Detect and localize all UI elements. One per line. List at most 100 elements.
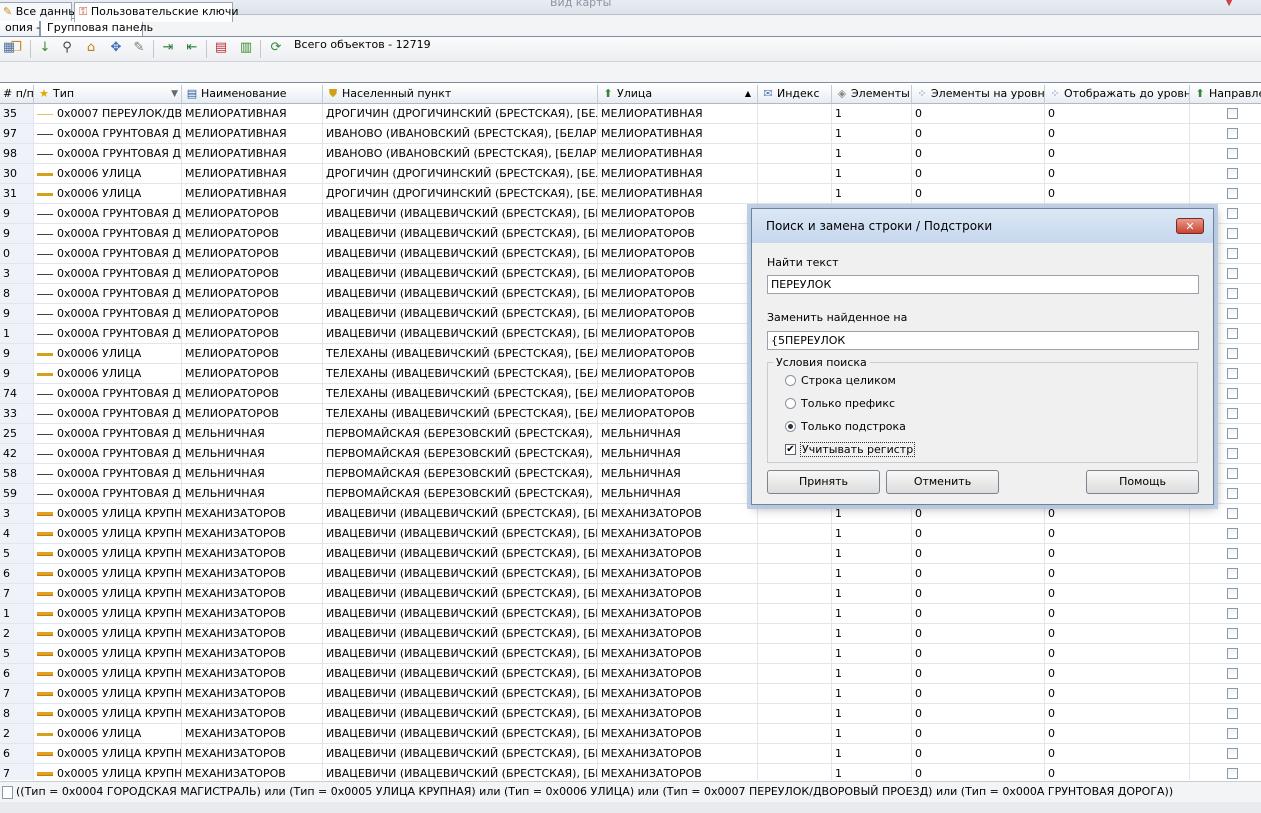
replace-input[interactable] bbox=[767, 331, 1199, 350]
table-row[interactable]: 50x0005 УЛИЦА КРУПНАЯМЕХАНИЗАТОРОВИВАЦЕВ… bbox=[0, 644, 1261, 664]
home-icon[interactable]: ⌂ bbox=[83, 40, 99, 56]
table-cell-idx bbox=[758, 744, 832, 764]
filter-icon[interactable]: ▼ bbox=[171, 85, 178, 103]
table-row[interactable]: 980x000A ГРУНТОВАЯ ДОРМЕЛИОРАТИВНАЯИВАНО… bbox=[0, 144, 1261, 164]
table-row[interactable]: 970x000A ГРУНТОВАЯ ДОРМЕЛИОРАТИВНАЯИВАНО… bbox=[0, 124, 1261, 144]
direction-checkbox[interactable] bbox=[1227, 308, 1238, 319]
arrows-icon[interactable]: ✥ bbox=[108, 40, 124, 56]
save-icon[interactable]: ▤ bbox=[213, 40, 229, 56]
export-icon[interactable]: ⇥ bbox=[160, 40, 176, 56]
accept-button[interactable]: Принять bbox=[767, 470, 880, 494]
direction-checkbox[interactable] bbox=[1227, 568, 1238, 579]
column-header-street[interactable]: ⬆ Улица ▲ bbox=[598, 85, 758, 104]
table-row[interactable]: 30x0005 УЛИЦА КРУПНАЯМЕХАНИЗАТОРОВИВАЦЕВ… bbox=[0, 504, 1261, 524]
table-row[interactable]: 70x0005 УЛИЦА КРУПНАЯМЕХАНИЗАТОРОВИВАЦЕВ… bbox=[0, 684, 1261, 704]
direction-checkbox[interactable] bbox=[1227, 208, 1238, 219]
case-sensitive-checkbox[interactable]: ✔ bbox=[785, 444, 796, 455]
direction-checkbox[interactable] bbox=[1227, 488, 1238, 499]
direction-checkbox[interactable] bbox=[1227, 368, 1238, 379]
column-header-index[interactable]: ✉ Индекс bbox=[758, 85, 832, 104]
table-cell-lvl: 0 bbox=[912, 584, 1045, 604]
column-header-elements-level[interactable]: ⁘ Элементы на уровне bbox=[912, 85, 1045, 104]
table-row[interactable]: 70x0005 УЛИЦА КРУПНАЯМЕХАНИЗАТОРОВИВАЦЕВ… bbox=[0, 584, 1261, 604]
direction-checkbox[interactable] bbox=[1227, 648, 1238, 659]
column-header-place[interactable]: ⛊ Населенный пункт bbox=[323, 85, 598, 104]
direction-checkbox[interactable] bbox=[1227, 588, 1238, 599]
help-button[interactable]: Помощь bbox=[1086, 470, 1199, 494]
direction-checkbox[interactable] bbox=[1227, 748, 1238, 759]
type-text: 0x0006 УЛИЦА bbox=[57, 187, 142, 200]
direction-checkbox[interactable] bbox=[1227, 408, 1238, 419]
direction-checkbox[interactable] bbox=[1227, 628, 1238, 639]
table-row[interactable]: 350x0007 ПЕРЕУЛОК/ДВОРМЕЛИОРАТИВНАЯДРОГИ… bbox=[0, 104, 1261, 124]
tab-user-keys-label: Пользовательские ключи bbox=[90, 5, 239, 18]
direction-checkbox[interactable] bbox=[1227, 248, 1238, 259]
import-icon[interactable]: ⇤ bbox=[184, 40, 200, 56]
direction-checkbox[interactable] bbox=[1227, 608, 1238, 619]
direction-checkbox[interactable] bbox=[1227, 268, 1238, 279]
table-row[interactable]: 10x0005 УЛИЦА КРУПНАЯМЕХАНИЗАТОРОВИВАЦЕВ… bbox=[0, 604, 1261, 624]
table-row[interactable]: 60x0005 УЛИЦА КРУПНАЯМЕХАНИЗАТОРОВИВАЦЕВ… bbox=[0, 664, 1261, 684]
column-header-type[interactable]: ★ Тип ▼ bbox=[34, 85, 182, 104]
column-header-direction[interactable]: ⬆ Направлен bbox=[1190, 85, 1261, 104]
direction-checkbox[interactable] bbox=[1227, 328, 1238, 339]
direction-checkbox[interactable] bbox=[1227, 288, 1238, 299]
binoculars-icon[interactable]: ⚲ bbox=[59, 40, 75, 56]
table-row[interactable]: 60x0005 УЛИЦА КРУПНАЯМЕХАНИЗАТОРОВИВАЦЕВ… bbox=[0, 744, 1261, 764]
collapse-arrow-icon[interactable]: ▼ bbox=[1225, 0, 1233, 8]
direction-checkbox[interactable] bbox=[1227, 428, 1238, 439]
direction-checkbox[interactable] bbox=[1227, 688, 1238, 699]
table-row[interactable]: 70x0005 УЛИЦА КРУПНАЯМЕХАНИЗАТОРОВИВАЦЕВ… bbox=[0, 764, 1261, 780]
radio-substring-only[interactable] bbox=[785, 421, 796, 432]
direction-checkbox[interactable] bbox=[1227, 448, 1238, 459]
radio-prefix-only[interactable] bbox=[785, 398, 796, 409]
direction-checkbox[interactable] bbox=[1227, 528, 1238, 539]
table-row[interactable]: 30 0x0006 УЛИЦА МЕЛИОРАТИВНАЯ ДРОГИЧИН (ДРО… bbox=[0, 164, 1261, 184]
table-cell-lvl: 0 bbox=[912, 704, 1045, 724]
direction-checkbox[interactable] bbox=[1227, 768, 1238, 779]
direction-checkbox[interactable] bbox=[1227, 108, 1238, 119]
table-row[interactable]: 60x0005 УЛИЦА КРУПНАЯМЕХАНИЗАТОРОВИВАЦЕВ… bbox=[0, 564, 1261, 584]
direction-checkbox[interactable] bbox=[1227, 508, 1238, 519]
direction-checkbox[interactable] bbox=[1227, 348, 1238, 359]
direction-checkbox[interactable] bbox=[1227, 468, 1238, 479]
table-row[interactable]: 2 0x0006 УЛИЦА МЕХАНИЗАТОРОВ ИВАЦЕВИЧИ (ИВА… bbox=[0, 724, 1261, 744]
direction-checkbox[interactable] bbox=[1227, 548, 1238, 559]
direction-checkbox[interactable] bbox=[1227, 168, 1238, 179]
tab-all-data[interactable]: ✎ Все данные bbox=[0, 2, 84, 21]
column-header-display-level[interactable]: ⁘ Отображать до уровня bbox=[1045, 85, 1190, 104]
direction-checkbox[interactable] bbox=[1227, 228, 1238, 239]
table-cell-name: МЕЛИОРАТОРОВ bbox=[182, 344, 323, 364]
tools-icon[interactable]: ✎ bbox=[131, 40, 147, 56]
arrow-down-icon[interactable]: ↓ bbox=[37, 40, 53, 56]
close-icon[interactable]: ✕ bbox=[1176, 218, 1204, 234]
save-as-icon[interactable]: ▥ bbox=[238, 40, 254, 56]
refresh-doc-icon[interactable]: ❐ bbox=[8, 40, 24, 56]
table-cell-n: 1 bbox=[0, 324, 34, 344]
table-row[interactable]: 80x0005 УЛИЦА КРУПНАЯМЕХАНИЗАТОРОВИВАЦЕВ… bbox=[0, 704, 1261, 724]
table-row[interactable]: 50x0005 УЛИЦА КРУПНАЯМЕХАНИЗАТОРОВИВАЦЕВ… bbox=[0, 544, 1261, 564]
direction-checkbox[interactable] bbox=[1227, 388, 1238, 399]
sync-icon[interactable]: ⟳ bbox=[268, 40, 284, 56]
direction-checkbox[interactable] bbox=[1227, 708, 1238, 719]
direction-checkbox[interactable] bbox=[1227, 728, 1238, 739]
filter-checkbox[interactable] bbox=[2, 786, 13, 799]
find-input[interactable] bbox=[767, 275, 1199, 294]
tab-user-keys[interactable]: ⚿ Пользовательские ключи bbox=[74, 2, 239, 22]
direction-checkbox[interactable] bbox=[1227, 128, 1238, 139]
column-header-number[interactable]: # п/п bbox=[0, 85, 34, 104]
column-header-name[interactable]: ▤ Наименование bbox=[182, 85, 323, 104]
direction-checkbox[interactable] bbox=[1227, 188, 1238, 199]
table-cell-n: 8 bbox=[0, 284, 34, 304]
direction-checkbox[interactable] bbox=[1227, 148, 1238, 159]
table-row[interactable]: 20x0005 УЛИЦА КРУПНАЯМЕХАНИЗАТОРОВИВАЦЕВ… bbox=[0, 624, 1261, 644]
cancel-button[interactable]: Отменить bbox=[886, 470, 999, 494]
radio-whole-string[interactable] bbox=[785, 375, 796, 386]
table-row[interactable]: 40x0005 УЛИЦА КРУПНАЯМЕХАНИЗАТОРОВИВАЦЕВ… bbox=[0, 524, 1261, 544]
column-header-elements[interactable]: ◈ Элементы bbox=[832, 85, 912, 104]
table-cell-type: 0x000A ГРУНТОВАЯ ДОР bbox=[34, 264, 182, 284]
table-cell-place: ИВАЦЕВИЧИ (ИВАЦЕВИЧСКИЙ (БРЕСТСКАЯ), [БЕ… bbox=[323, 524, 598, 544]
direction-checkbox[interactable] bbox=[1227, 668, 1238, 679]
table-row[interactable]: 31 0x0006 УЛИЦА МЕЛИОРАТИВНАЯ ДРОГИЧИН (ДРО… bbox=[0, 184, 1261, 204]
table-cell-place: ПЕРВОМАЙСКАЯ (БЕРЕЗОВСКИЙ (БРЕСТСКАЯ), [… bbox=[323, 424, 598, 444]
